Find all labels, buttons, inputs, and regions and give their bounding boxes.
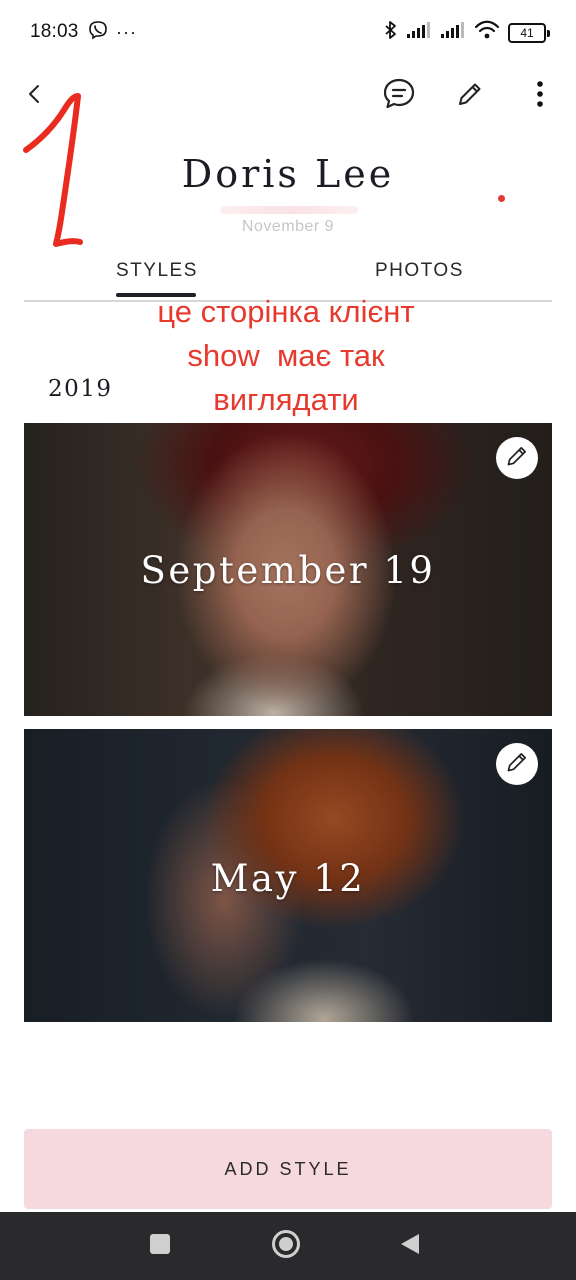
tab-styles[interactable]: STYLES (116, 260, 198, 282)
style-card[interactable]: May 12 (24, 729, 552, 1022)
year-heading: 2019 (48, 376, 113, 402)
pencil-icon (505, 444, 529, 473)
system-nav-bar (0, 1212, 576, 1280)
add-style-button[interactable]: ADD STYLE (24, 1129, 552, 1209)
back-icon (399, 1232, 421, 1261)
notes-button[interactable] (377, 74, 421, 118)
edit-client-button[interactable] (448, 74, 492, 118)
status-time: 18:03 (30, 21, 79, 42)
viber-icon (88, 20, 108, 45)
client-date: November 9 (241, 218, 335, 232)
client-name: Doris Lee (181, 152, 395, 196)
annotation-note: це сторінка клієнт show має так виглядат… (96, 290, 476, 422)
style-date: May 12 (210, 857, 366, 900)
bluetooth-icon (384, 20, 398, 45)
status-bar: 18:03 ··· 41 (0, 0, 576, 64)
annotation-line-1: це сторінка клієнт (157, 294, 415, 329)
pencil-icon (505, 750, 529, 779)
more-notifications-icon: ··· (116, 22, 137, 42)
annotation-dot (498, 195, 505, 202)
annotation-line-2: show має так (187, 338, 385, 373)
home-icon (271, 1229, 301, 1264)
more-options-button[interactable] (518, 74, 562, 118)
recents-icon (149, 1233, 171, 1260)
annotation-line-3: виглядати (213, 382, 359, 417)
style-date: September 19 (140, 549, 436, 592)
pencil-icon (456, 80, 484, 113)
home-button[interactable] (266, 1226, 306, 1266)
battery-icon: 41 (508, 22, 550, 43)
edit-style-button[interactable] (496, 743, 538, 785)
edit-style-button[interactable] (496, 437, 538, 479)
signal-icon-2 (440, 21, 466, 44)
chat-icon (382, 77, 416, 116)
recents-button[interactable] (140, 1226, 180, 1266)
style-card[interactable]: September 19 (24, 423, 552, 716)
signal-icon-1 (406, 21, 432, 44)
blurred-phone (220, 206, 358, 214)
system-back-button[interactable] (390, 1226, 430, 1266)
wifi-icon (474, 20, 500, 45)
tab-photos[interactable]: PHOTOS (375, 260, 464, 282)
more-vertical-icon (536, 80, 544, 112)
